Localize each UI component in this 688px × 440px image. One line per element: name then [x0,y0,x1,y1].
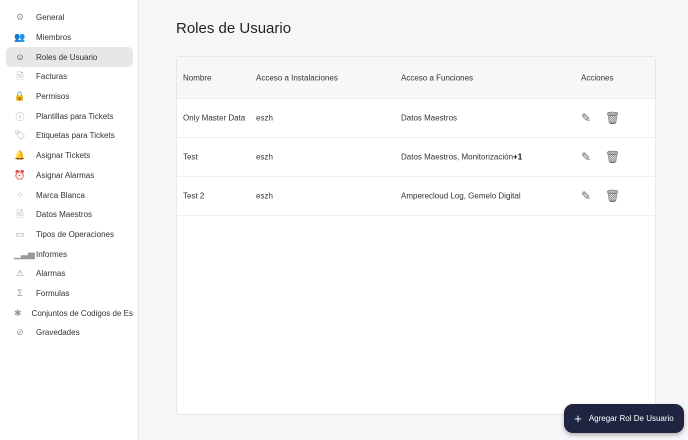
sidebar-item-plantillas-para-tickets[interactable]: ⓘ Plantillas para Tickets [6,106,133,126]
sidebar-item-gravedades[interactable]: ⊘ Gravedades [6,323,133,343]
table-row: Only Master Data eszh Datos Maestros ✎ 🗑 [177,99,655,138]
sigma-icon: Σ [17,288,23,299]
cell-funciones: Amperecloud Log, Gemelo Digital [401,192,521,201]
header-funciones: Acceso a Funciones [401,73,474,82]
edit-icon[interactable]: ✎ [581,111,591,125]
table-header: Nombre Acceso a Instalaciones Acceso a F… [177,57,655,99]
sidebar-item-label: Facturas [36,72,68,82]
funciones-text: Datos Maestros, Monitorización [401,152,514,162]
funciones-text: Amperecloud Log, Gemelo Digital [401,191,521,201]
edit-icon[interactable]: ✎ [581,189,591,203]
sidebar-item-informes[interactable]: ▁▃▅ Informes [6,244,133,264]
tag-icon: 🏷 [14,130,26,141]
user-circle-icon: ☺ [15,52,25,63]
bar-chart-icon: ▁▃▅ [14,248,35,259]
funciones-text: Datos Maestros [401,113,458,123]
table-row: Test 2 eszh Amperecloud Log, Gemelo Digi… [177,177,655,216]
sidebar-item-label: Permisos [36,92,70,102]
sidebar-item-label: Asignar Alarmas [36,170,95,180]
roles-table: Nombre Acceso a Instalaciones Acceso a F… [176,56,656,415]
cell-instalaciones: eszh [256,191,273,201]
sidebar-item-label: Alarmas [36,269,66,279]
header-acciones: Acciones [581,73,614,82]
cell-nombre: Only Master Data [183,113,246,123]
header-instalaciones: Acceso a Instalaciones [256,73,338,82]
lock-icon: 🔒 [14,91,26,102]
info-icon: ⓘ [15,111,25,122]
sidebar-item-label: Marca Blanca [36,190,85,200]
cell-funciones: Datos Maestros, Monitorización+1 [401,153,522,162]
sidebar-item-facturas[interactable]: 🗎 Facturas [6,67,133,87]
sidebar-item-permisos[interactable]: 🔒 Permisos [6,87,133,107]
sidebar-item-general[interactable]: ⚙ General [6,8,133,28]
sidebar-item-miembros[interactable]: 👥 Miembros [6,28,133,48]
warning-icon: ⚠ [15,268,25,279]
sidebar-item-label: Miembros [36,33,72,43]
sidebar-item-marca-blanca[interactable]: ⁘ Marca Blanca [6,185,133,205]
grid-icon: ⁘ [16,189,24,200]
sidebar-item-label: Gravedades [36,328,80,338]
cell-nombre: Test 2 [183,191,205,201]
cell-funciones: Datos Maestros [401,114,457,123]
sidebar-item-formulas[interactable]: Σ Formulas [6,284,133,304]
settings-icon: ⚙ [15,12,25,23]
sidebar: ⚙ General 👥 Miembros ☺ Roles de Usuario 🗎 Factu… [0,0,139,440]
sidebar-item-label: General [36,13,65,23]
sidebar-item-label: Etiquetas para Tickets [36,131,115,141]
page-title: Roles de Usuario [176,20,292,37]
users-icon: 👥 [14,32,26,43]
invoice-icon: 🗎 [16,70,24,81]
bug-icon: ✱ [14,307,22,318]
sidebar-item-roles-de-usuario[interactable]: ☺ Roles de Usuario [6,47,133,68]
more-badge[interactable]: +1 [513,153,522,162]
trash-icon[interactable]: 🗑 [605,111,620,125]
bell-icon: 🔔 [14,150,26,161]
table-row: Test eszh Datos Maestros, Monitorización… [177,138,655,177]
alarm-icon: ⏰ [14,169,26,180]
sidebar-item-etiquetas-para-tickets[interactable]: 🏷 Etiquetas para Tickets [6,126,133,146]
header-nombre: Nombre [183,73,212,82]
sidebar-item-label: Datos Maestros [36,210,93,220]
add-role-label: Agregar Rol De Usuario [588,414,674,423]
sidebar-item-label: Roles de Usuario [36,52,98,62]
sidebar-item-label: Formulas [36,288,70,298]
sidebar-item-label: Informes [36,249,68,259]
add-role-button[interactable]: + Agregar Rol De Usuario [564,404,684,433]
circle-slash-icon: ⊘ [16,327,24,338]
cell-nombre: Test [183,152,198,162]
sidebar-item-label: Asignar Tickets [36,151,91,161]
edit-icon[interactable]: ✎ [581,150,591,164]
sidebar-item-label: Conjuntos de Codigos de Estado [31,308,133,318]
cell-instalaciones: eszh [256,113,273,123]
sidebar-item-label: Plantillas para Tickets [36,111,114,121]
sidebar-item-asignar-alarmas[interactable]: ⏰ Asignar Alarmas [6,166,133,186]
sidebar-item-datos-maestros[interactable]: 🗎 Datos Maestros [6,205,133,225]
sidebar-item-conjuntos-de-codigos-de-estado[interactable]: ✱ Conjuntos de Codigos de Estado [6,303,133,323]
cell-instalaciones: eszh [256,152,273,162]
sidebar-item-alarmas[interactable]: ⚠ Alarmas [6,264,133,284]
plus-icon: + [574,411,582,426]
calendar-icon: ▭ [15,228,25,239]
sidebar-item-asignar-tickets[interactable]: 🔔 Asignar Tickets [6,146,133,166]
trash-icon[interactable]: 🗑 [605,189,620,203]
sidebar-item-tipos-de-operaciones[interactable]: ▭ Tipos de Operaciones [6,225,133,245]
document-icon: 🗎 [16,208,24,219]
sidebar-item-label: Tipos de Operaciones [36,229,114,239]
trash-icon[interactable]: 🗑 [605,150,620,164]
